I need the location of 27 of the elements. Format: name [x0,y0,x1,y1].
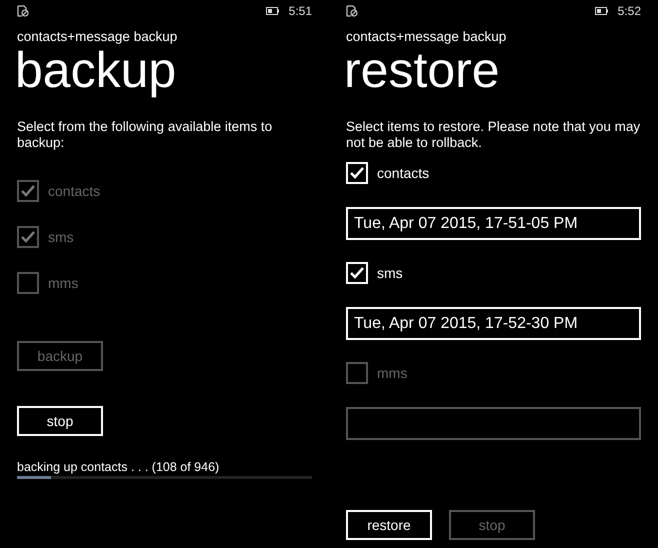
date-field[interactable]: Tue, Apr 07 2015, 17-51-05 PM [346,207,641,240]
checkbox-label: contacts [48,183,100,199]
status-icon [17,5,29,17]
status-icon [346,5,358,17]
battery-icon [594,7,608,15]
battery-icon [266,7,279,15]
action-button[interactable]: stop [17,406,103,436]
checkbox-label: mms [48,275,78,291]
progress-text: backing up contacts . . . (108 of 946) [17,460,220,474]
page-title: restore [344,44,500,96]
checkbox-label: sms [377,265,403,281]
action-button[interactable]: restore [346,510,432,540]
clock-time: 5:52 [618,4,641,18]
date-field[interactable]: Tue, Apr 07 2015, 17-52-30 PM [346,307,641,340]
checkmark-icon [21,185,35,197]
page-title: backup [15,44,176,96]
clock-time: 5:51 [288,4,312,18]
checkmark-icon [350,267,364,279]
description-text: Select items to restore. Please note that you may not be able to rollback. [346,119,641,151]
checkbox-label: contacts [377,165,430,181]
checkbox-label: mms [377,365,408,381]
checkbox-label: sms [48,229,74,245]
app-title: contacts+message backup [17,29,178,44]
checkmark-icon [350,167,364,179]
app-title: contacts+message backup [346,29,508,44]
checkmark-icon [21,231,35,243]
description-text: Select from the following available items to backup: [17,119,274,151]
